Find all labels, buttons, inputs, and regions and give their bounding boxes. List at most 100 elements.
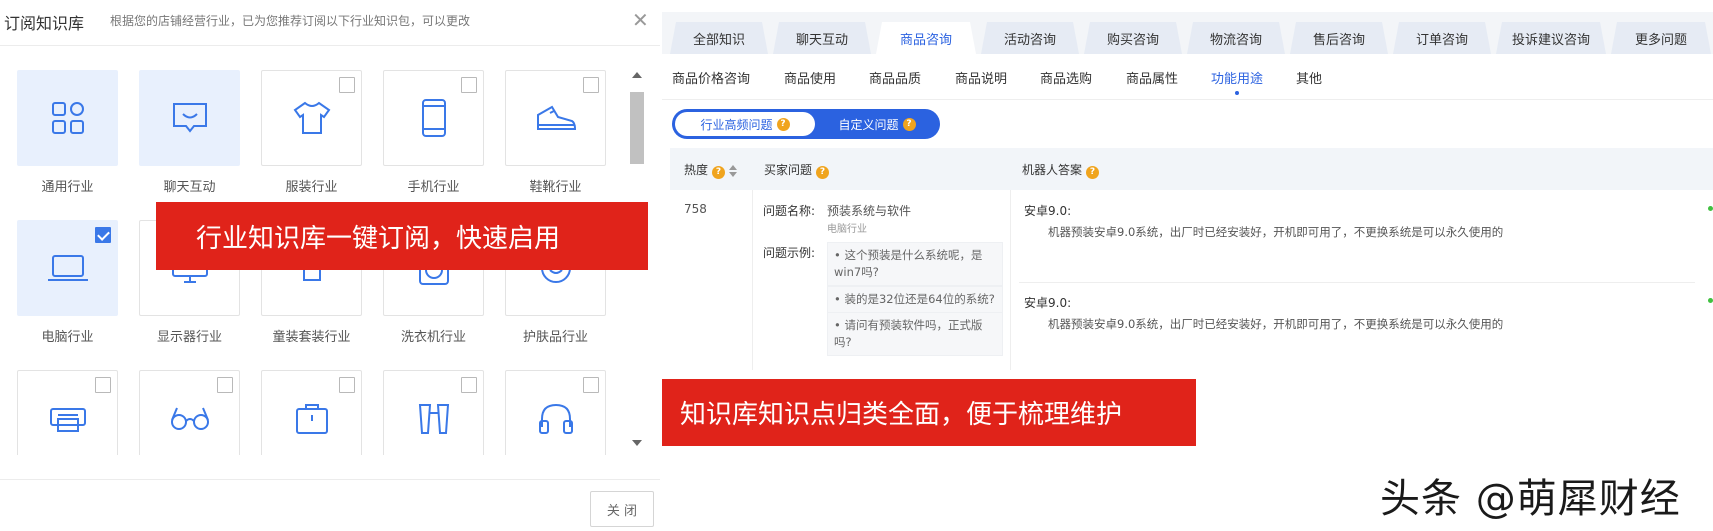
sort-icon[interactable] (729, 164, 738, 177)
subcategory-tabs: 商品价格咨询 商品使用 商品品质 商品说明 商品选购 商品属性 功能用途 其他 (662, 54, 1713, 100)
tile-checkbox[interactable] (339, 77, 355, 93)
tab-purchase-inquiry[interactable]: 购买咨询 (1084, 22, 1182, 54)
tab-more-questions[interactable]: 更多问题 (1611, 22, 1711, 54)
tile-checkbox-checked[interactable] (95, 227, 111, 243)
tile-bags-industry[interactable] (261, 370, 362, 455)
tile-label: 显示器行业 (156, 330, 222, 345)
tile-computer-industry[interactable]: 电脑行业 (17, 220, 118, 345)
tile-box (139, 370, 240, 455)
laptop-icon (47, 255, 88, 281)
tile-audio-industry[interactable] (505, 370, 606, 455)
subtab-usage[interactable]: 商品使用 (784, 68, 836, 87)
help-icon[interactable]: ? (816, 166, 830, 179)
subtab-description[interactable]: 商品说明 (955, 68, 1007, 87)
bag-icon (295, 404, 328, 434)
subtab-price[interactable]: 商品价格咨询 (672, 68, 750, 87)
tab-product-inquiry[interactable]: 商品咨询 (876, 22, 976, 54)
tile-mobile-industry[interactable]: 手机行业 (383, 70, 484, 195)
tile-checkbox[interactable] (217, 377, 233, 393)
tile-checkbox[interactable] (583, 377, 599, 393)
tile-box (383, 370, 484, 455)
tile-footwear-industry[interactable]: 鞋靴行业 (505, 70, 606, 195)
answer-title: 安卓9.0: (1024, 204, 1072, 218)
tab-complaint-suggestion[interactable]: 投诉建议咨询 (1496, 22, 1606, 54)
tile-checkbox[interactable] (339, 377, 355, 393)
question-example: • 请问有预装软件吗，正式版吗? (827, 312, 1003, 356)
scroll-down-arrow-icon[interactable] (632, 440, 642, 446)
tile-label: 鞋靴行业 (529, 180, 582, 195)
tab-chat-interaction[interactable]: 聊天互动 (773, 22, 871, 54)
tile-box (261, 370, 362, 455)
question-name-label: 问题名称: (763, 204, 816, 218)
help-icon[interactable]: ? (902, 117, 916, 131)
knowledge-table: 热度? 买家问题? 机器人答案? 758 问题名称: 预装系统与软件 电脑行业 … (670, 148, 1713, 370)
question-name: 预装系统与软件 (827, 204, 912, 218)
tab-aftersale-inquiry[interactable]: 售后咨询 (1290, 22, 1388, 54)
tile-checkbox[interactable] (95, 377, 111, 393)
tile-label: 服装行业 (285, 180, 338, 195)
scroll-up-arrow-icon[interactable] (632, 72, 642, 78)
header-heat[interactable]: 热度? (684, 161, 738, 179)
dialog-header: 订阅知识库 根据您的店铺经营行业，已为您推荐订阅以下行业知识包，可以更改 ✕ (0, 0, 660, 46)
answer-divider (1019, 282, 1695, 283)
tile-printer-industry[interactable] (17, 370, 118, 455)
question-type-toggle: 行业高频问题 ? 自定义问题 ? (672, 109, 940, 139)
heat-value: 758 (684, 202, 707, 216)
question-example: • 这个预装是什么系统呢，是win7吗? (827, 242, 1003, 286)
tile-general-industry[interactable]: 通用行业 (17, 70, 118, 195)
status-dot (1708, 206, 1713, 211)
column-divider (752, 190, 753, 370)
tab-all-knowledge[interactable]: 全部知识 (670, 22, 768, 54)
subtab-selection[interactable]: 商品选购 (1040, 68, 1092, 87)
smartphone-icon (421, 99, 446, 137)
tile-box (139, 70, 240, 166)
subtab-quality[interactable]: 商品品质 (869, 68, 921, 87)
subtab-attributes[interactable]: 商品属性 (1126, 68, 1178, 87)
header-buyer-question: 买家问题? (764, 161, 830, 179)
tile-box (261, 70, 362, 166)
question-example: • 装的是32位还是64位的系统? (827, 286, 1003, 313)
tile-optics-industry[interactable] (383, 370, 484, 455)
tab-logistics-inquiry[interactable]: 物流咨询 (1187, 22, 1285, 54)
subtab-function[interactable]: 功能用途 (1211, 68, 1263, 95)
tile-box (17, 220, 118, 316)
headphones-icon (538, 403, 573, 434)
column-divider (1010, 190, 1011, 370)
answer-text: 机器预装安卓9.0系统，出厂时已经安装好，开机即可用了，不更换系统是可以永久使用… (1048, 225, 1504, 239)
dialog-footer: 关 闭 (0, 479, 660, 531)
close-button[interactable]: 关 闭 (590, 491, 654, 527)
tile-label: 聊天互动 (163, 180, 216, 195)
help-icon[interactable]: ? (1086, 166, 1100, 179)
tile-apparel-industry[interactable]: 服装行业 (261, 70, 362, 195)
tile-chat-interaction[interactable]: 聊天互动 (139, 70, 240, 195)
tile-label: 护肤品行业 (522, 330, 588, 345)
tab-activity-inquiry[interactable]: 活动咨询 (981, 22, 1079, 54)
header-label: 买家问题 (764, 163, 813, 177)
help-icon[interactable]: ? (712, 166, 726, 179)
tile-eyewear-industry[interactable] (139, 370, 240, 455)
scroll-thumb[interactable] (630, 92, 644, 164)
tile-label: 通用行业 (41, 180, 94, 195)
help-icon[interactable]: ? (776, 117, 790, 131)
answer-text: 机器预装安卓9.0系统，出厂时已经安装好，开机即可用了，不更换系统是可以永久使用… (1048, 317, 1504, 331)
answer-title: 安卓9.0: (1024, 296, 1072, 310)
glasses-icon (170, 407, 209, 430)
tab-order-inquiry[interactable]: 订单咨询 (1393, 22, 1491, 54)
tile-box (505, 370, 606, 455)
header-label: 热度 (684, 163, 709, 177)
close-icon[interactable]: ✕ (632, 8, 649, 32)
tile-checkbox[interactable] (583, 77, 599, 93)
toggle-industry-frequent[interactable]: 行业高频问题 ? (675, 112, 815, 136)
toggle-label: 自定义问题 (838, 117, 899, 132)
tile-checkbox[interactable] (461, 77, 477, 93)
tile-box (17, 370, 118, 455)
question-examples-label: 问题示例: (763, 246, 816, 260)
table-row: 758 问题名称: 预装系统与软件 电脑行业 问题示例: • 这个预装是什么系统… (670, 190, 1713, 370)
status-dot (1708, 298, 1713, 303)
tile-checkbox[interactable] (461, 377, 477, 393)
promo-banner-subscribe: 行业知识库一键订阅，快速启用 (156, 202, 648, 270)
subtab-other[interactable]: 其他 (1296, 68, 1322, 87)
toggle-custom-questions[interactable]: 自定义问题 ? (818, 112, 936, 136)
dialog-subtitle: 根据您的店铺经营行业，已为您推荐订阅以下行业知识包，可以更改 (110, 14, 471, 28)
tshirt-icon (293, 101, 330, 134)
